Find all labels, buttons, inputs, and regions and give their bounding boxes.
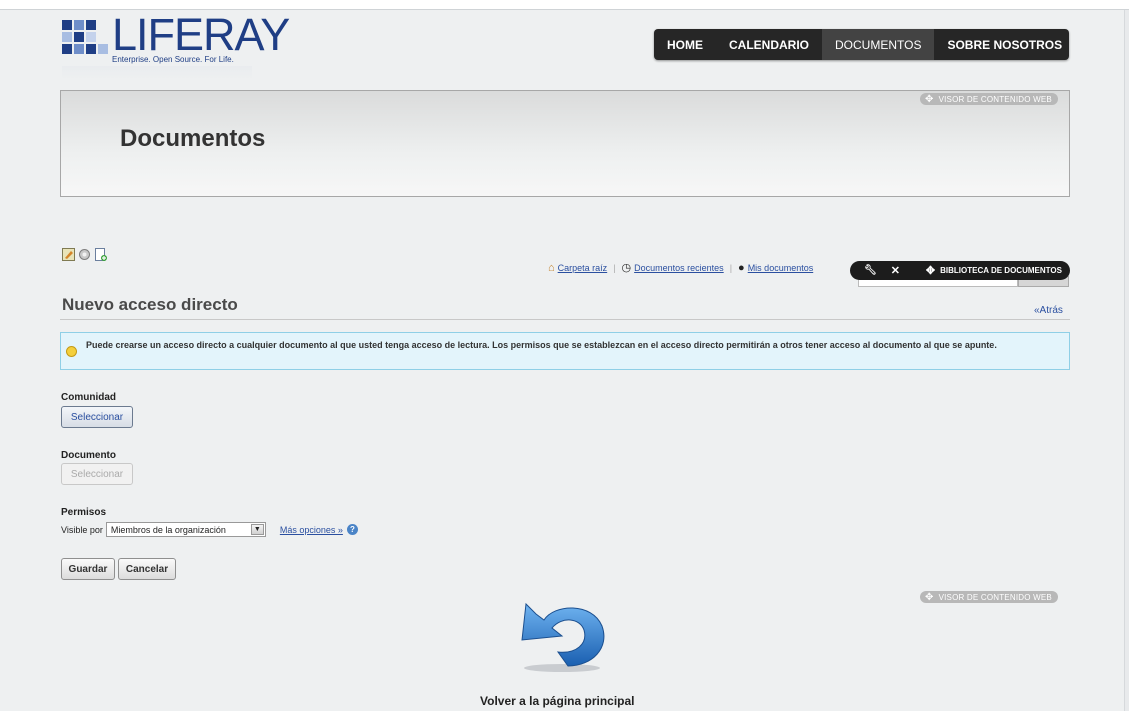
nav-sobre-nosotros[interactable]: SOBRE NOSOTROS	[934, 29, 1075, 60]
select-document-button[interactable]: Seleccionar	[61, 463, 133, 485]
header-portlet: Documentos	[60, 90, 1070, 197]
community-label: Comunidad	[61, 392, 116, 403]
help-icon[interactable]: ?	[346, 524, 358, 535]
portlet-label-text: VISOR DE CONTENIDO WEB	[938, 592, 1052, 602]
main-nav: HOME CALENDARIO DOCUMENTOS SOBRE NOSOTRO…	[654, 29, 1069, 60]
permissions-label: Permisos	[61, 507, 107, 518]
chevron-down-icon: ▼	[250, 524, 264, 535]
document-links: ⌂ Carpeta raíz | ◷ Documentos recientes …	[548, 261, 814, 275]
back-link[interactable]: «Atrás	[1034, 305, 1063, 316]
portlet-label-top[interactable]: ✥ VISOR DE CONTENIDO WEB	[920, 93, 1058, 105]
home-folder-icon: ⌂	[548, 261, 555, 274]
lightbulb-icon	[66, 346, 77, 357]
back-arrow-icon[interactable]	[514, 600, 610, 674]
nav-home[interactable]: HOME	[654, 29, 716, 60]
configuration-icon[interactable]	[78, 248, 91, 261]
root-folder-link[interactable]: Carpeta raíz	[558, 263, 608, 273]
visibility-select[interactable]: Miembros de la organización ▼	[105, 522, 266, 537]
save-button[interactable]: Guardar	[61, 558, 115, 580]
link-separator: |	[729, 262, 733, 273]
page-heading: Documentos	[120, 125, 266, 152]
my-documents-link[interactable]: Mis documentos	[748, 263, 814, 273]
move-icon: ✥	[925, 93, 934, 105]
nav-documentos[interactable]: DOCUMENTOS	[822, 29, 935, 60]
close-icon[interactable]: ✕	[891, 264, 900, 277]
liferay-logo[interactable]: LIFERAY Enterprise. Open Source. For Lif…	[62, 12, 290, 80]
add-document-icon[interactable]	[94, 248, 107, 261]
portlet-label-bottom[interactable]: ✥ VISOR DE CONTENIDO WEB	[920, 591, 1058, 603]
form-title: Nuevo acceso directo	[62, 295, 238, 314]
user-icon: ●	[738, 261, 745, 274]
scrollbar[interactable]	[1124, 10, 1129, 711]
logo-mark-icon	[62, 20, 108, 64]
visible-by-label: Visible por	[61, 524, 103, 535]
document-label: Documento	[61, 450, 116, 461]
info-message: Puede crearse un acceso directo a cualqu…	[60, 332, 1070, 370]
clock-icon: ◷	[621, 262, 632, 274]
logo-reflection	[62, 66, 252, 80]
logo-wordmark: LIFERAY	[112, 9, 290, 60]
visibility-value: Miembros de la organización	[110, 524, 226, 535]
logo-tagline: Enterprise. Open Source. For Life.	[112, 55, 234, 64]
portlet-title: BIBLIOTECA DE DOCUMENTOS	[940, 266, 1062, 275]
portlet-label-text: VISOR DE CONTENIDO WEB	[938, 94, 1052, 104]
edit-icon[interactable]	[62, 248, 75, 261]
nav-calendario[interactable]: CALENDARIO	[716, 29, 822, 60]
select-community-button[interactable]: Seleccionar	[61, 406, 133, 428]
wrench-icon[interactable]: 🔧︎	[864, 265, 877, 276]
home-link[interactable]: Volver a la página principal	[480, 694, 635, 708]
portlet-toolbar: 🔧︎ ✕ ✥ BIBLIOTECA DE DOCUMENTOS	[850, 261, 1070, 280]
cancel-button[interactable]: Cancelar	[118, 558, 176, 580]
title-divider	[60, 319, 1070, 320]
recent-documents-link[interactable]: Documentos recientes	[634, 263, 724, 273]
link-separator: |	[613, 262, 616, 273]
info-text: Puede crearse un acceso directo a cualqu…	[86, 340, 997, 350]
more-options-link[interactable]: Más opciones »	[280, 525, 343, 535]
toolbar-icons	[62, 248, 107, 261]
move-icon: ✥	[925, 591, 934, 603]
permissions-row: Visible por Miembros de la organización …	[61, 522, 358, 537]
move-icon[interactable]: ✥	[926, 264, 935, 277]
